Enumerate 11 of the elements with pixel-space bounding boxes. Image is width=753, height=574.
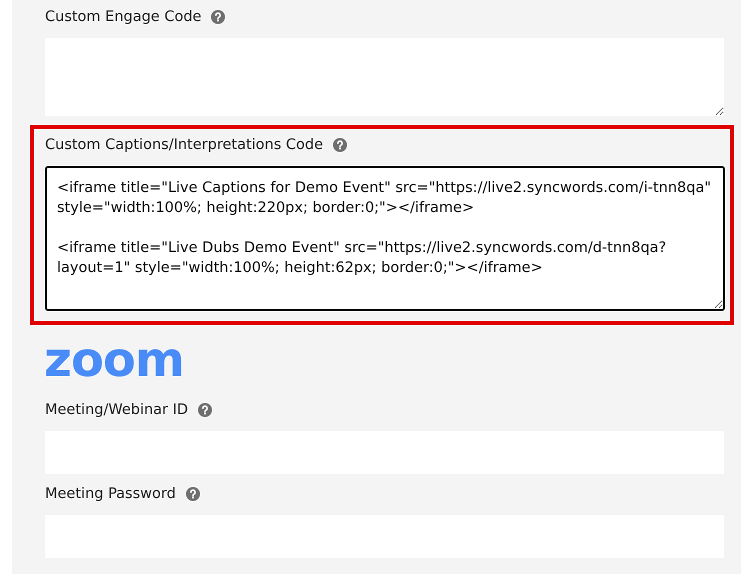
field-label: Custom Captions/Interpretations Code <box>45 137 324 153</box>
help-icon[interactable] <box>211 10 226 24</box>
zoom-logo: zoom <box>44 339 184 385</box>
help-icon[interactable] <box>186 487 200 501</box>
field-label: Meeting Password <box>45 486 176 502</box>
field-label: Custom Engage Code <box>45 9 202 25</box>
help-icon[interactable] <box>333 138 348 152</box>
code-field[interactable]: <iframe title="Live Captions for Demo Event" src="https://live2.syncwords.com/i-tnn8qa" style="width:100%; height:220px; border:0;"></iframe> <iframe title="Live Dubs Demo Event" src="https://live2.syncwords.com/d-tnn8qa?layout=1" style="width:100%; height:62px; border:0;"></iframe> <box>45 166 725 311</box>
field-label: Meeting/Webinar ID <box>45 402 188 418</box>
code-field[interactable] <box>45 38 724 116</box>
help-icon[interactable] <box>198 403 212 417</box>
